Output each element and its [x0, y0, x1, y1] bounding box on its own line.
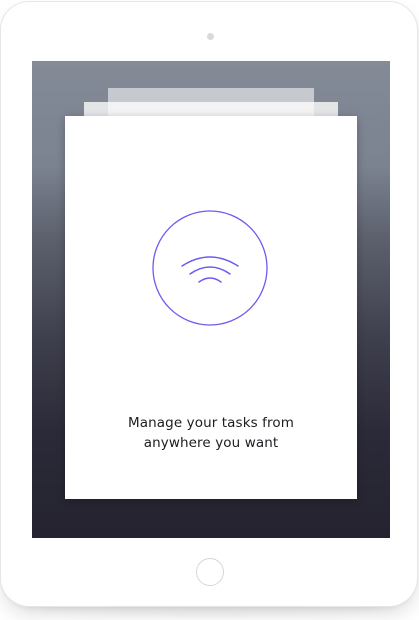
camera-icon: [207, 33, 214, 40]
home-button[interactable]: [196, 558, 224, 586]
card-caption: Manage your tasks from anywhere you want: [65, 413, 357, 453]
wifi-icon: [152, 210, 268, 326]
feature-card[interactable]: Manage your tasks from anywhere you want: [65, 116, 357, 499]
card-caption-line-2: anywhere you want: [143, 435, 279, 451]
card-caption-line-1: Manage your tasks from: [128, 415, 294, 431]
tablet-device-frame: Manage your tasks from anywhere you want: [1, 2, 417, 606]
tablet-screen: Manage your tasks from anywhere you want: [32, 61, 390, 538]
